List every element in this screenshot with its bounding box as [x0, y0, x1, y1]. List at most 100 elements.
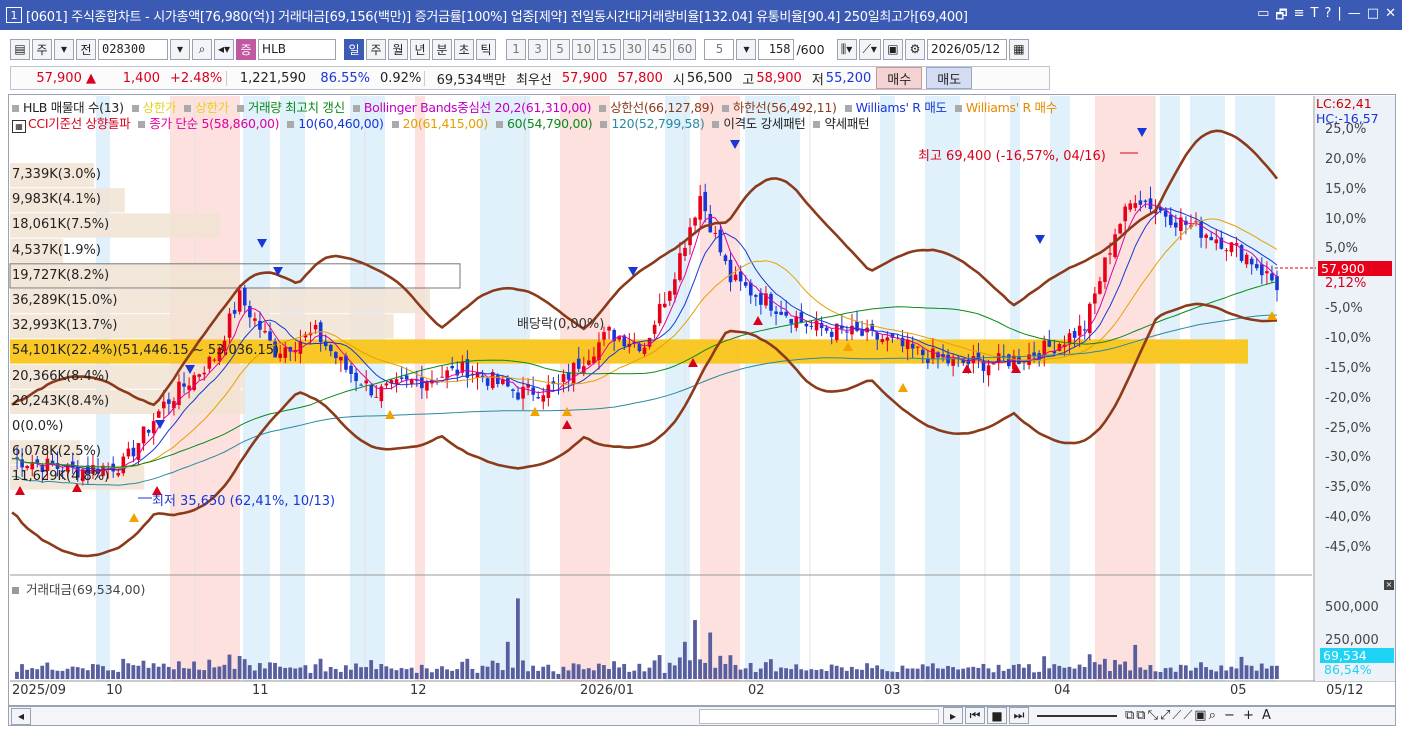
window-layout-icon[interactable]: ▭ [1257, 6, 1269, 28]
window-number[interactable]: 1 [6, 7, 22, 23]
scroll-right-icon[interactable]: ▸ [943, 707, 963, 724]
date-axis-label: 10 [106, 683, 123, 698]
legend-square-icon [600, 121, 608, 128]
stock-name-field[interactable]: HLB [258, 38, 337, 60]
legend-square-icon [954, 105, 962, 112]
period-minute[interactable]: 분 [432, 38, 453, 60]
minute-1[interactable]: 1 [506, 38, 527, 60]
legend-item[interactable]: 약세패턴 [813, 116, 873, 131]
legend-item[interactable]: 이격도 강세패턴 [712, 116, 809, 131]
date-axis-label: 03 [884, 683, 901, 698]
legend-square-icon [184, 105, 192, 112]
minute-30[interactable]: 30 [622, 38, 646, 60]
count-input[interactable]: 5 [704, 38, 735, 60]
legend-square-icon [352, 105, 360, 112]
legend-item[interactable]: CCI기준선 상향돌파 [28, 116, 134, 131]
scrollbar-thumb[interactable] [699, 709, 939, 724]
best-label: 최우선 [516, 72, 552, 88]
volume-tick-250k: 250,000 [1325, 633, 1379, 648]
axis-tick-label: 5,0% [1325, 241, 1359, 257]
period-week[interactable]: 주 [366, 38, 387, 60]
low-label: 저 [811, 72, 824, 88]
open-price: 56,500 [686, 70, 733, 86]
all-button[interactable]: 전 [76, 38, 96, 60]
ask-price: 57,900 [561, 70, 608, 86]
minute-15[interactable]: 15 [597, 38, 621, 60]
axis-tick-label: -40,0% [1325, 510, 1371, 526]
turnover: 0.92% [375, 70, 425, 86]
count-dropdown-icon[interactable]: ▾ [736, 38, 757, 60]
save-icon[interactable]: ▣ [882, 38, 903, 60]
period-tick[interactable]: 틱 [476, 38, 497, 60]
volume-profile-label: 6,078K(2.5%) [12, 444, 101, 460]
high-label: 고 [742, 72, 755, 88]
range-input[interactable]: 158 [758, 38, 795, 60]
volume-profile-label: 36,289K(15.0%) [12, 293, 118, 308]
volume-current-tag: 69,534 [1320, 648, 1394, 663]
sell-button[interactable]: 매도 [926, 67, 973, 89]
minute-3[interactable]: 3 [528, 38, 549, 60]
maximize-icon[interactable]: □ [1367, 6, 1379, 28]
stop-icon[interactable]: ■ [987, 707, 1007, 724]
window-controls: ▭ 🗗 ≡ T ? | — □ ✕ [1257, 6, 1396, 28]
date-axis-label: 05 [1230, 683, 1247, 698]
legend-item[interactable]: 120(52,799,58) [600, 116, 708, 131]
candle-type-icon[interactable]: ⫼▾ [836, 38, 857, 60]
market-tab[interactable]: 주 [32, 38, 52, 60]
minute-10[interactable]: 10 [572, 38, 596, 60]
date-input[interactable]: 2026/05/12 [926, 38, 1007, 60]
bottom-toolbar: ◂ ▸ ⏮ ■ ⏭ ⧉⧉⤡⤢⟋⟋▣⌕ − + A [8, 706, 1396, 726]
volume-profile-label: 54,101K(22.4%)(51,446.15 ~ 53,036.15) [12, 343, 280, 359]
legend-item[interactable]: 종가 단순 5(58,860,00) [138, 116, 283, 131]
minute-45[interactable]: 45 [647, 38, 672, 60]
date-axis-label: 04 [1054, 683, 1071, 698]
rewind-icon[interactable]: ⏮ [965, 707, 985, 724]
forward-icon[interactable]: ⏭ [1009, 707, 1029, 724]
period-second[interactable]: 초 [454, 38, 475, 60]
legend-item[interactable]: 60(54,790,00) [495, 116, 596, 131]
chart-frame[interactable] [8, 94, 1396, 706]
current-price: 57,900 ▲ [11, 71, 101, 86]
minute-5[interactable]: 5 [550, 38, 571, 60]
chart-menu-icon[interactable]: ▤ [10, 38, 30, 60]
buy-button[interactable]: 매수 [876, 67, 923, 89]
minute-60[interactable]: 60 [673, 38, 697, 60]
up-arrow-icon: ▲ [86, 70, 96, 86]
help-icon[interactable]: ? [1325, 6, 1332, 28]
range-total: /600 [796, 41, 825, 57]
stock-code-input[interactable]: 028300 [98, 38, 168, 60]
axis-tick-label: 10,0% [1325, 211, 1367, 227]
low-price: 55,200 [825, 70, 872, 86]
calendar-icon[interactable]: ▦ [1008, 38, 1029, 60]
draw-tool-icon[interactable]: ⟋▾ [858, 38, 881, 60]
legend-label: 이격도 강세패턴 [723, 116, 806, 131]
pane-close-icon[interactable]: × [1384, 580, 1394, 590]
close-icon[interactable]: ✕ [1385, 6, 1396, 28]
legend-square-icon [138, 121, 146, 128]
restore-icon[interactable]: 🗗 [1275, 6, 1287, 28]
period-month[interactable]: 월 [388, 38, 409, 60]
legend-label: 120(52,799,58) [611, 116, 705, 131]
period-year[interactable]: 년 [410, 38, 431, 60]
legend-item[interactable]: 20(61,415,00) [391, 116, 492, 131]
minimize-icon[interactable]: — [1348, 6, 1361, 28]
settings-icon[interactable]: ⚙ [904, 38, 925, 60]
date-axis-label: 2025/09 [12, 683, 67, 698]
sound-icon[interactable]: ◂▾ [214, 38, 235, 60]
search-icon[interactable]: ⌕ [192, 38, 212, 60]
zoom-slider[interactable] [1037, 714, 1117, 717]
legend-item[interactable]: 10(60,460,00) [287, 116, 387, 131]
scroll-left-icon[interactable]: ◂ [11, 707, 31, 725]
axis-tick-label: -15,0% [1325, 360, 1371, 376]
font-icon[interactable]: T [1311, 6, 1319, 28]
market-dropdown-icon[interactable]: ▾ [54, 38, 74, 60]
divider: | [1337, 6, 1342, 21]
calendar-small-icon[interactable]: ▦ [12, 120, 26, 133]
volume-profile-label: 20,243K(8.4%) [12, 393, 110, 409]
quote-bar: 57,900 ▲ 1,400 +2.48% 1,221,590 86.55% 0… [10, 66, 1050, 90]
menu-icon[interactable]: ≡ [1294, 6, 1305, 28]
dividend-annotation: 배당락(0,00%) [517, 317, 605, 332]
code-dropdown-icon[interactable]: ▾ [170, 38, 190, 60]
period-day[interactable]: 일 [344, 38, 365, 60]
chart-tools-icons[interactable]: ⧉⧉⤡⤢⟋⟋▣⌕ − + A [1125, 708, 1273, 723]
